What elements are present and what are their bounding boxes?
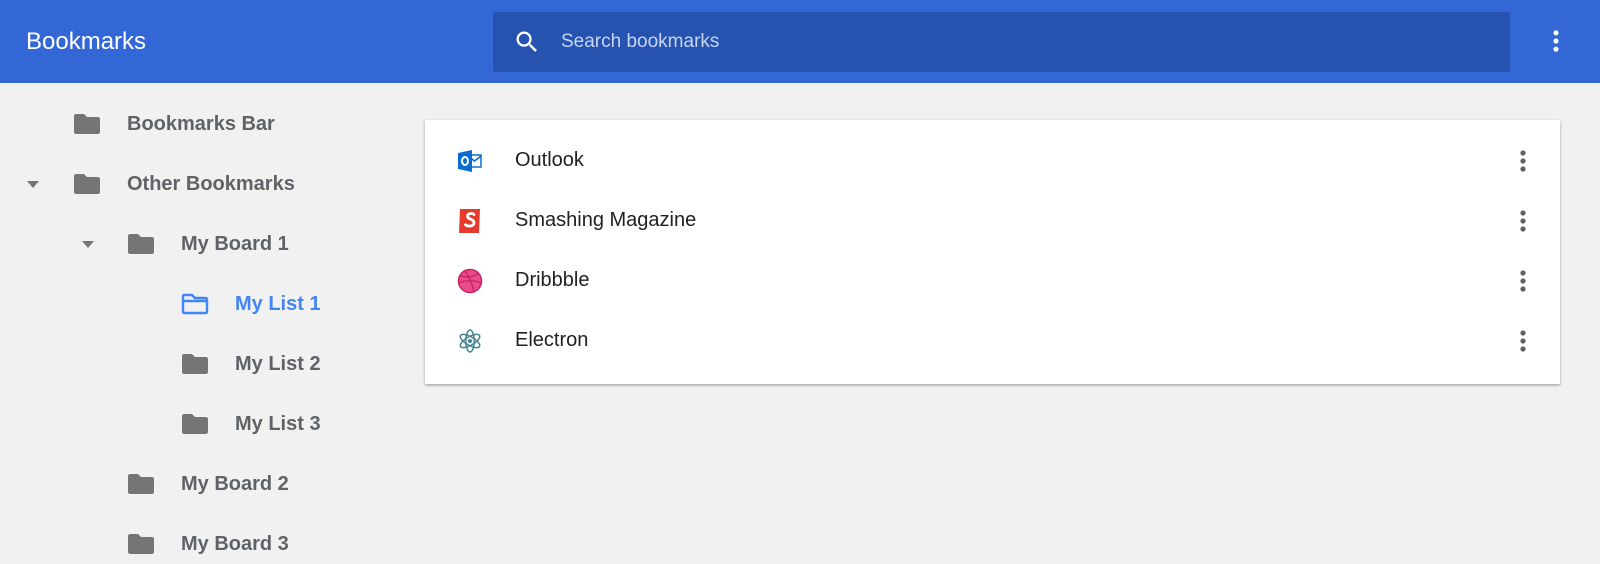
app-title: Bookmarks xyxy=(26,28,147,55)
folder-icon xyxy=(182,354,208,374)
folder-icon xyxy=(74,114,100,134)
folder-icon xyxy=(128,474,154,494)
expand-arrow-icon[interactable] xyxy=(24,175,42,193)
sidebar-item-other-bookmarks[interactable]: Other Bookmarks xyxy=(27,164,295,204)
search-icon[interactable] xyxy=(513,28,541,56)
bookmark-list-card: Outlook Smashing Magazine Dribbble Elect… xyxy=(425,120,1560,384)
bookmark-item-dribbble[interactable]: Dribbble xyxy=(425,251,1560,311)
more-vert-icon[interactable] xyxy=(1513,265,1533,297)
sidebar-item-label: My Board 2 xyxy=(181,472,289,495)
bookmark-title: Dribbble xyxy=(515,269,590,291)
bookmark-item-electron[interactable]: Electron xyxy=(425,311,1560,371)
sidebar-item-my-board-1[interactable]: My Board 1 xyxy=(82,224,289,264)
bookmark-item-smashing-magazine[interactable]: Smashing Magazine xyxy=(425,191,1560,251)
sidebar-item-label: Bookmarks Bar xyxy=(127,112,275,135)
bookmark-item-outlook[interactable]: Outlook xyxy=(425,131,1560,191)
bookmark-title: Smashing Magazine xyxy=(515,209,697,231)
folder-icon xyxy=(128,234,154,254)
search-box[interactable] xyxy=(493,12,1510,72)
sidebar-item-label: My Board 3 xyxy=(181,532,289,555)
more-vert-icon[interactable] xyxy=(1542,26,1570,56)
folder-icon xyxy=(182,414,208,434)
folder-icon xyxy=(128,534,154,554)
more-vert-icon[interactable] xyxy=(1513,145,1533,177)
search-input[interactable] xyxy=(561,12,1481,72)
expand-arrow-icon[interactable] xyxy=(79,235,97,253)
sidebar-item-label: My List 3 xyxy=(235,412,321,435)
bookmark-title: Electron xyxy=(515,329,589,351)
sidebar-item-label: My Board 1 xyxy=(181,232,289,255)
outlook-icon xyxy=(458,150,482,172)
sidebar-item-my-list-3[interactable]: My List 3 xyxy=(181,404,321,444)
smashing-magazine-icon xyxy=(459,209,480,233)
sidebar-item-my-list-2[interactable]: My List 2 xyxy=(181,344,321,384)
top-app-bar: Bookmarks xyxy=(0,0,1600,83)
sidebar-item-my-board-3[interactable]: My Board 3 xyxy=(127,524,289,564)
electron-icon xyxy=(459,329,481,353)
folder-open-outline-icon xyxy=(181,293,209,315)
dribbble-icon xyxy=(457,268,483,294)
sidebar-item-label: My List 1 xyxy=(235,292,321,315)
more-vert-icon[interactable] xyxy=(1513,325,1533,357)
sidebar-item-my-list-1[interactable]: My List 1 xyxy=(181,284,321,324)
sidebar-item-bookmarks-bar[interactable]: Bookmarks Bar xyxy=(73,104,275,144)
sidebar-item-my-board-2[interactable]: My Board 2 xyxy=(127,464,289,504)
more-vert-icon[interactable] xyxy=(1513,205,1533,237)
sidebar-item-label: My List 2 xyxy=(235,352,321,375)
folder-icon xyxy=(74,174,100,194)
bookmark-title: Outlook xyxy=(515,149,584,171)
sidebar-item-label: Other Bookmarks xyxy=(127,172,295,195)
